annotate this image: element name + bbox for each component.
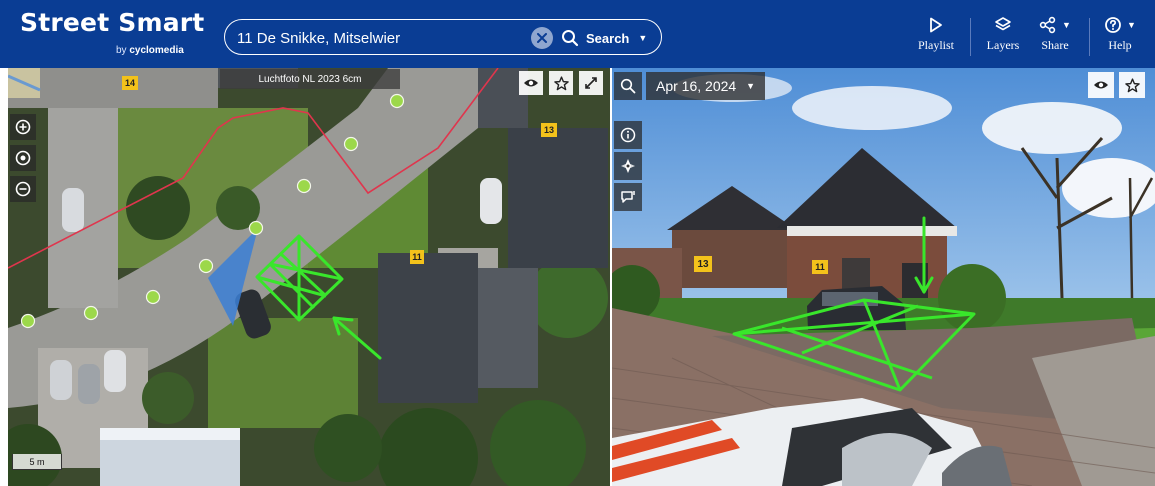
layers-button[interactable]: Layers	[983, 14, 1023, 60]
star-icon	[1124, 77, 1140, 92]
star-icon	[553, 75, 569, 90]
aerial-map-panel[interactable]: Luchtfoto NL 2023 6cm 14 13 11 5 m	[8, 68, 610, 486]
house-number-badge: 11	[812, 260, 828, 274]
share-icon	[1039, 16, 1056, 34]
street-view-panel[interactable]: 13 11 Apr 16, 2024 ▼	[612, 68, 1155, 486]
close-icon	[537, 33, 547, 43]
aerial-map-view[interactable]	[8, 68, 610, 486]
expand-icon	[585, 77, 597, 89]
info-button[interactable]	[614, 121, 642, 149]
layers-label: Layers	[986, 38, 1020, 52]
house-number-badge: 13	[694, 256, 712, 272]
favorite-button[interactable]	[1119, 72, 1145, 98]
search-bar: Search ▼	[224, 19, 662, 55]
visibility-toggle-button[interactable]	[519, 71, 543, 95]
zoom-in-button[interactable]	[10, 114, 36, 140]
share-button[interactable]: ▼ Share	[1035, 14, 1075, 60]
chevron-down-icon: ▼	[1062, 20, 1071, 30]
share-label: Share	[1041, 38, 1069, 52]
map-scale-bar: 5 m	[12, 454, 62, 470]
house-number-badge: 14	[122, 76, 138, 90]
recording-search-button[interactable]	[614, 72, 642, 100]
top-bar: Street Smart by cyclomedia Search ▼ Play…	[0, 0, 1155, 68]
house-number-badge: 13	[541, 123, 557, 137]
chevron-down-icon: ▼	[638, 33, 648, 43]
info-icon	[620, 127, 636, 143]
compass-icon	[621, 159, 635, 173]
comment-icon	[621, 191, 635, 203]
playlist-label: Playlist	[917, 38, 954, 52]
clear-search-button[interactable]	[531, 27, 553, 49]
recording-date: Apr 16, 2024	[656, 78, 737, 94]
play-icon	[930, 17, 942, 33]
help-label: Help	[1108, 38, 1132, 52]
search-input[interactable]	[237, 28, 527, 48]
eye-icon	[524, 79, 538, 87]
house-number-badge: 11	[410, 250, 424, 264]
help-icon	[1105, 17, 1121, 33]
app-title: Street Smart	[20, 8, 205, 37]
street-level-image[interactable]	[612, 68, 1155, 486]
minus-circle-icon	[15, 181, 31, 197]
chevron-down-icon: ▼	[1127, 20, 1136, 30]
help-button[interactable]: ▼ Help	[1100, 14, 1140, 60]
annotate-button[interactable]	[614, 183, 642, 211]
target-icon	[15, 150, 31, 166]
toolbar-divider	[970, 18, 971, 56]
app-subtitle-prefix: by	[116, 45, 127, 56]
locate-button[interactable]	[10, 145, 36, 171]
app-subtitle: by cyclomedia	[116, 45, 184, 56]
playlist-button[interactable]: Playlist	[914, 14, 958, 60]
search-button-label: Search	[586, 30, 630, 46]
search-button[interactable]: Search ▼	[561, 24, 647, 52]
navigate-button[interactable]	[614, 152, 642, 180]
chevron-down-icon: ▼	[746, 81, 756, 91]
layers-icon	[995, 17, 1011, 31]
expand-button[interactable]	[579, 71, 603, 95]
app-logo: Street Smart by cyclomedia	[20, 8, 204, 60]
magnifier-icon	[620, 78, 636, 94]
search-icon	[562, 30, 579, 47]
visibility-toggle-button[interactable]	[1088, 72, 1114, 98]
panel-gutter	[0, 68, 8, 486]
aerial-photo-label: Luchtfoto NL 2023 6cm	[220, 69, 400, 89]
app-subtitle-brand: cyclomedia	[129, 45, 184, 56]
plus-circle-icon	[15, 119, 31, 135]
toolbar-divider	[1089, 18, 1090, 56]
eye-icon	[1094, 81, 1108, 89]
recording-date-picker[interactable]: Apr 16, 2024 ▼	[646, 72, 766, 100]
zoom-out-button[interactable]	[10, 176, 36, 202]
favorite-button[interactable]	[549, 71, 573, 95]
